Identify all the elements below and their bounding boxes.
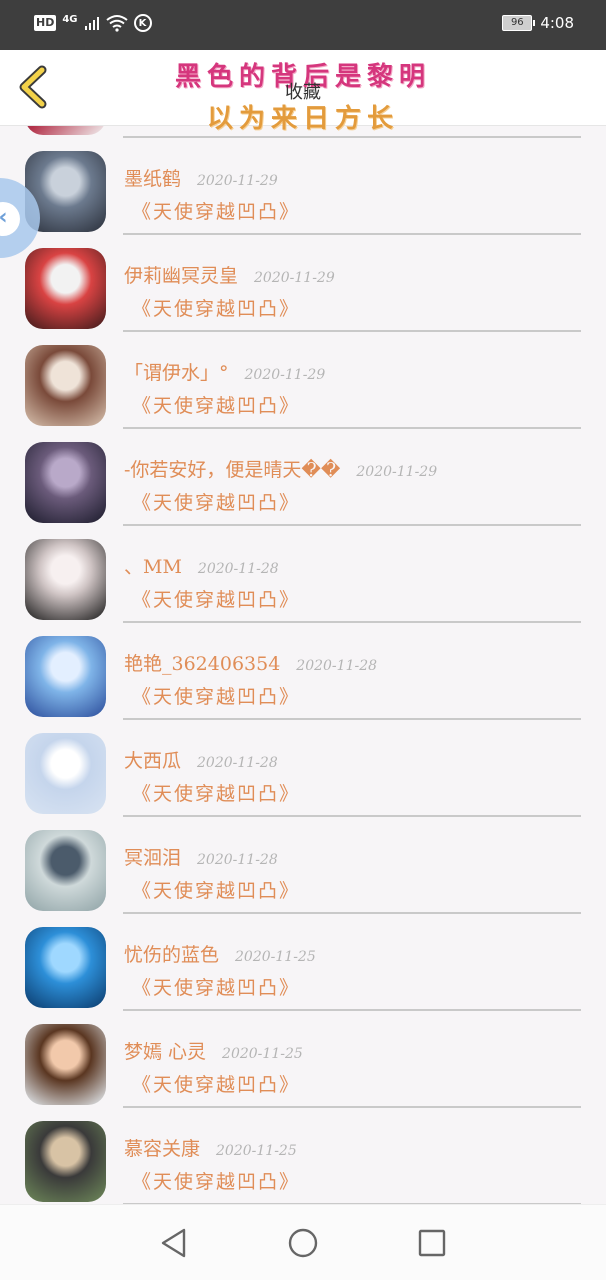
user-name[interactable]: 梦嫣 心灵 — [124, 1041, 206, 1063]
nav-home-icon[interactable] — [287, 1227, 319, 1259]
k-icon: K — [133, 14, 152, 32]
entry-date: 2020-11-25 — [235, 949, 316, 965]
entry-date: 2020-11-28 — [197, 852, 278, 868]
user-name[interactable]: 冥洄泪 — [124, 847, 181, 869]
book-title[interactable]: 《天使穿越凹凸》 — [132, 585, 300, 612]
book-title[interactable]: 《天使穿越凹凸》 — [132, 779, 300, 806]
list-item-partial[interactable] — [0, 126, 606, 151]
book-title[interactable]: 《天使穿越凹凸》 — [132, 876, 300, 903]
avatar — [25, 126, 106, 135]
user-name[interactable]: 、MM — [124, 556, 182, 578]
list-item[interactable]: 忧伤的蓝色 2020-11-25 《天使穿越凹凸》 — [0, 927, 606, 1024]
nav-back-icon[interactable] — [158, 1227, 190, 1259]
user-name[interactable]: 伊莉幽冥灵皇 — [124, 265, 238, 287]
entry-header: 、MM 2020-11-28 — [124, 552, 279, 579]
avatar[interactable] — [25, 733, 106, 814]
divider — [123, 233, 581, 235]
list-item[interactable]: 梦嫣 心灵 2020-11-25 《天使穿越凹凸》 — [0, 1024, 606, 1121]
book-title[interactable]: 《天使穿越凹凸》 — [132, 488, 300, 515]
list-item[interactable]: 慕容关康 2020-11-25 《天使穿越凹凸》 — [0, 1121, 606, 1204]
entry-header: 艳艳_362406354 2020-11-28 — [124, 649, 377, 676]
avatar[interactable] — [25, 248, 106, 329]
entry-date: 2020-11-28 — [197, 561, 279, 577]
divider — [123, 330, 581, 332]
divider — [123, 718, 581, 720]
divider — [123, 1106, 581, 1108]
entry-date: 2020-11-25 — [216, 1143, 297, 1159]
avatar[interactable] — [25, 636, 106, 717]
avatar[interactable] — [25, 1024, 106, 1105]
user-name[interactable]: 慕容关康 — [124, 1138, 200, 1160]
user-name[interactable]: 墨纸鹤 — [124, 168, 181, 190]
entry-header: 「谓伊水」° 2020-11-29 — [124, 358, 325, 385]
avatar[interactable] — [25, 830, 106, 911]
list-item[interactable]: 墨纸鹤 2020-11-29 《天使穿越凹凸》 — [0, 151, 606, 248]
hd-icon: HD — [34, 15, 57, 31]
entry-date: 2020-11-29 — [244, 367, 326, 383]
avatar[interactable] — [25, 442, 106, 523]
status-left: HD 4G K — [34, 14, 152, 32]
list-item[interactable]: 「谓伊水」° 2020-11-29 《天使穿越凹凸》 — [0, 345, 606, 442]
entry-header: -你若安好，便是晴天�� 2020-11-29 — [124, 455, 437, 482]
status-bar: HD 4G K 96 4:08 — [0, 0, 606, 50]
book-title[interactable]: 《天使穿越凹凸》 — [132, 294, 300, 321]
entry-date: 2020-11-29 — [197, 173, 278, 189]
status-right: 96 4:08 — [502, 14, 574, 32]
entry-header: 墨纸鹤 2020-11-29 — [124, 164, 278, 191]
divider — [123, 1009, 581, 1011]
avatar[interactable] — [25, 539, 106, 620]
entry-header: 忧伤的蓝色 2020-11-25 — [124, 940, 316, 967]
avatar[interactable] — [25, 927, 106, 1008]
divider — [123, 621, 581, 623]
entry-date: 2020-11-29 — [356, 464, 438, 480]
book-title[interactable]: 《天使穿越凹凸》 — [132, 1167, 300, 1194]
list-item[interactable]: -你若安好，便是晴天�� 2020-11-29 《天使穿越凹凸》 — [0, 442, 606, 539]
entry-date: 2020-11-28 — [197, 755, 278, 771]
entry-date: 2020-11-29 — [254, 270, 335, 286]
divider — [123, 912, 581, 914]
user-name[interactable]: 忧伤的蓝色 — [124, 944, 219, 966]
divider — [123, 427, 581, 429]
book-title[interactable]: 《天使穿越凹凸》 — [132, 197, 300, 224]
entry-date: 2020-11-28 — [296, 658, 378, 674]
divider — [123, 815, 581, 817]
wifi-icon — [105, 15, 128, 32]
user-name[interactable]: 艳艳_362406354 — [124, 653, 280, 675]
clock: 4:08 — [540, 14, 574, 32]
list-item[interactable]: 、MM 2020-11-28 《天使穿越凹凸》 — [0, 539, 606, 636]
avatar[interactable] — [25, 1121, 106, 1202]
entry-header: 慕容关康 2020-11-25 — [124, 1134, 297, 1161]
entry-header: 伊莉幽冥灵皇 2020-11-29 — [124, 261, 335, 288]
user-name[interactable]: 「谓伊水」° — [124, 362, 229, 384]
signal-icon — [84, 17, 99, 30]
user-name[interactable]: -你若安好，便是晴天�� — [124, 459, 340, 481]
avatar[interactable] — [25, 345, 106, 426]
list-item[interactable]: 冥洄泪 2020-11-28 《天使穿越凹凸》 — [0, 830, 606, 927]
list-item[interactable]: 艳艳_362406354 2020-11-28 《天使穿越凹凸》 — [0, 636, 606, 733]
book-title[interactable]: 《天使穿越凹凸》 — [132, 682, 300, 709]
list-item[interactable]: 伊莉幽冥灵皇 2020-11-29 《天使穿越凹凸》 — [0, 248, 606, 345]
entry-header: 大西瓜 2020-11-28 — [124, 746, 278, 773]
network-type: 4G — [62, 13, 78, 25]
entry-date: 2020-11-25 — [222, 1046, 303, 1062]
system-nav-bar — [0, 1204, 606, 1280]
book-title[interactable]: 《天使穿越凹凸》 — [132, 973, 300, 1000]
book-title[interactable]: 《天使穿越凹凸》 — [132, 1070, 300, 1097]
divider — [123, 136, 581, 138]
entry-header: 梦嫣 心灵 2020-11-25 — [124, 1037, 303, 1064]
list-item[interactable]: 大西瓜 2020-11-28 《天使穿越凹凸》 — [0, 733, 606, 830]
nav-recents-icon[interactable] — [416, 1227, 448, 1259]
entry-header: 冥洄泪 2020-11-28 — [124, 843, 278, 870]
battery-icon: 96 — [502, 15, 536, 31]
user-name[interactable]: 大西瓜 — [124, 750, 181, 772]
book-title[interactable]: 《天使穿越凹凸》 — [132, 391, 300, 418]
favorites-list: 墨纸鹤 2020-11-29 《天使穿越凹凸》 伊莉幽冥灵皇 2020-11-29 《天使… — [0, 126, 606, 1204]
divider — [123, 524, 581, 526]
